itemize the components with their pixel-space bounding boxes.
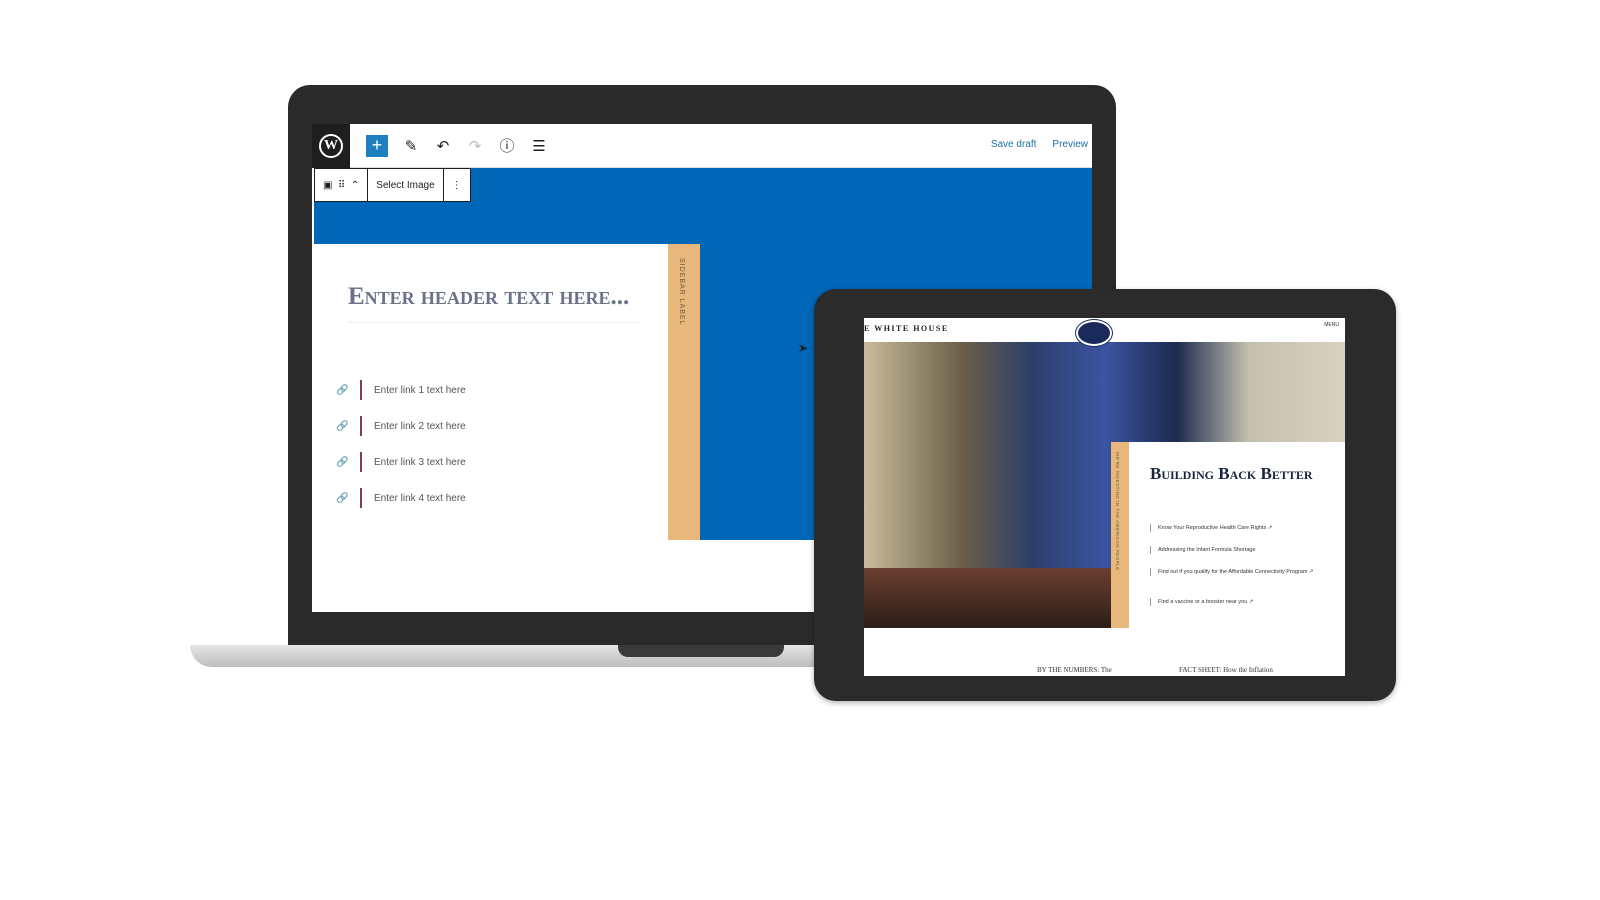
- news-item[interactable]: BY THE NUMBERS: The: [1037, 666, 1112, 674]
- info-icon[interactable]: ⓘ: [498, 135, 516, 156]
- save-draft-button[interactable]: Save draft: [991, 139, 1037, 150]
- feature-link[interactable]: Addressing the Infant Formula Shortage: [1150, 546, 1340, 554]
- news-item[interactable]: FACT SHEET: How the Inflation: [1179, 666, 1273, 674]
- feature-link[interactable]: Find a vaccine or a booster near you ↗: [1150, 598, 1340, 606]
- block-controls: ▣ ⠿ ⌃: [315, 169, 369, 201]
- link-item[interactable]: 🔗 Enter link 4 text here: [336, 488, 466, 508]
- add-block-button[interactable]: +: [366, 134, 388, 157]
- link-icon: 🔗: [336, 456, 349, 468]
- editor-toolbar: W + ✎ ↶ ↷ ⓘ ☰ Save draft Preview: [312, 124, 1092, 168]
- feature-card: Building Back Better Know Your Reproduct…: [1129, 442, 1345, 628]
- site-title[interactable]: E WHITE HOUSE: [864, 324, 949, 333]
- sidebar-label-strip: SIDEBAR LABEL: [668, 244, 700, 540]
- content-card: Enter header text here... 🔗 Enter link 1 …: [314, 244, 670, 540]
- whitehouse-site: E WHITE HOUSE MENU WE'RE INVESTING IN TH…: [864, 318, 1345, 676]
- link-item[interactable]: 🔗 Enter link 2 text here: [336, 416, 466, 436]
- list-view-icon[interactable]: ☰: [530, 137, 548, 155]
- redo-icon[interactable]: ↷: [466, 137, 484, 155]
- move-icon[interactable]: ⌃: [351, 180, 359, 191]
- menu-button[interactable]: MENU: [1324, 322, 1339, 328]
- feature-link[interactable]: Find out if you qualify for the Affordab…: [1150, 568, 1340, 576]
- link-item[interactable]: 🔗 Enter link 1 text here: [336, 380, 466, 400]
- block-toolbar: ▣ ⠿ ⌃ Select Image ⋮: [314, 168, 471, 202]
- laptop-notch: [618, 645, 784, 657]
- header-text[interactable]: Enter header text here...: [348, 280, 638, 323]
- whitehouse-seal-logo[interactable]: [1076, 320, 1112, 346]
- link-item[interactable]: 🔗 Enter link 3 text here: [336, 452, 466, 472]
- mouse-cursor-icon: ➤: [798, 341, 809, 355]
- undo-icon[interactable]: ↶: [434, 137, 452, 155]
- pencil-icon[interactable]: ✎: [402, 137, 420, 155]
- drag-handle-icon[interactable]: ⠿: [338, 180, 345, 191]
- feature-heading: Building Back Better: [1150, 464, 1313, 483]
- feature-link[interactable]: Know Your Reproductive Health Care Right…: [1150, 524, 1340, 532]
- link-icon: 🔗: [336, 492, 349, 504]
- vertical-label-strip: WE'RE INVESTING IN THE AMERICAN PEOPLE: [1111, 442, 1129, 628]
- link-icon: 🔗: [336, 384, 349, 396]
- image-block-icon[interactable]: ▣: [323, 180, 332, 191]
- select-image-button[interactable]: Select Image: [368, 169, 444, 201]
- preview-button[interactable]: Preview: [1052, 139, 1088, 150]
- wordpress-logo[interactable]: W: [312, 124, 350, 168]
- link-icon: 🔗: [336, 420, 349, 432]
- more-options-button[interactable]: ⋮: [444, 169, 470, 201]
